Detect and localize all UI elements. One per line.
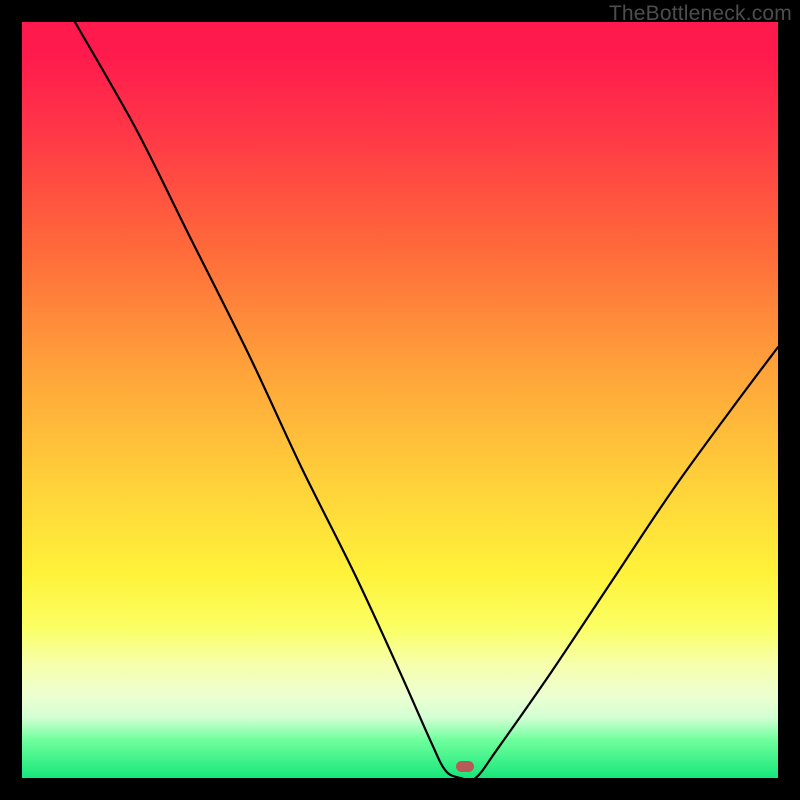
curve-path: [75, 22, 778, 778]
bottleneck-curve: [22, 22, 778, 778]
watermark-text: TheBottleneck.com: [609, 2, 792, 26]
chart-frame: TheBottleneck.com: [0, 0, 800, 800]
optimal-point-marker: [456, 761, 474, 772]
plot-area: [22, 22, 778, 778]
